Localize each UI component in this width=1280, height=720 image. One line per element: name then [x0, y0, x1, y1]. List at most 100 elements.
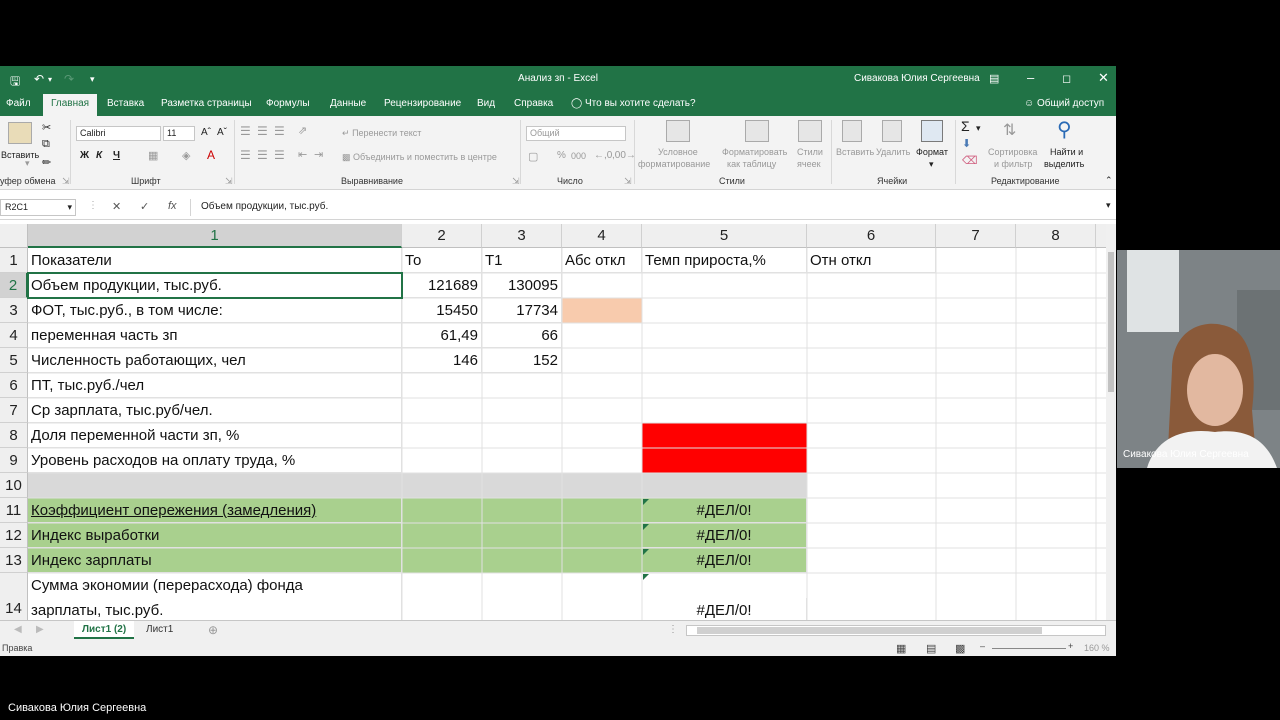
- percent-icon[interactable]: %: [557, 150, 566, 161]
- grow-font-icon[interactable]: Aˆ: [201, 127, 211, 138]
- cell-r1c2[interactable]: То: [402, 248, 482, 273]
- cell-r1c1[interactable]: Показатели: [28, 248, 402, 273]
- conditional-format-label-1[interactable]: Условное: [658, 147, 698, 157]
- account-name[interactable]: Сивакова Юлия Сергеевна: [854, 73, 980, 84]
- clear-icon[interactable]: ⌫: [962, 154, 978, 167]
- row-header[interactable]: 14: [0, 573, 28, 620]
- cell-r6c1[interactable]: ПТ, тыс.руб./чел: [28, 373, 402, 398]
- column-header[interactable]: 5: [642, 224, 807, 248]
- error-indicator-icon[interactable]: [643, 524, 649, 530]
- cell-r2c1[interactable]: Объем продукции, тыс.руб.: [28, 273, 402, 298]
- orientation-icon[interactable]: ⇗: [298, 124, 307, 137]
- cell-styles-label-1[interactable]: Стили: [797, 147, 823, 157]
- row-header[interactable]: 3: [0, 298, 28, 323]
- close-icon[interactable]: ✕: [1098, 70, 1109, 86]
- row-header[interactable]: 11: [0, 498, 28, 523]
- column-header[interactable]: 6: [807, 224, 936, 248]
- tab-split-icon[interactable]: ⋮: [668, 624, 678, 635]
- cell-r4c3[interactable]: 66: [482, 323, 562, 348]
- name-box-dropdown-icon[interactable]: ▾: [67, 202, 72, 213]
- normal-view-icon[interactable]: ▦: [896, 642, 906, 655]
- format-cells-button[interactable]: Формат: [916, 147, 948, 157]
- find-select-label-1[interactable]: Найти и: [1050, 147, 1083, 157]
- cell-r12c1[interactable]: Индекс выработки: [28, 523, 402, 548]
- underline-button[interactable]: Ч: [113, 150, 120, 161]
- cell-r5c3[interactable]: 152: [482, 348, 562, 373]
- tab-home[interactable]: Главная: [43, 94, 98, 116]
- borders-icon[interactable]: ▦: [148, 149, 158, 162]
- insert-function-icon[interactable]: fx: [168, 200, 177, 212]
- number-launcher-icon[interactable]: ⇲: [624, 176, 632, 187]
- row-header[interactable]: 13: [0, 548, 28, 573]
- tab-formulas[interactable]: Формулы: [266, 98, 310, 109]
- font-name-box[interactable]: Calibri: [76, 126, 161, 141]
- row-header[interactable]: 10: [0, 473, 28, 498]
- cell-r3c2[interactable]: 15450: [402, 298, 482, 323]
- tab-data[interactable]: Данные: [330, 98, 366, 109]
- paste-button[interactable]: Вставить: [1, 150, 39, 160]
- font-color-icon[interactable]: A: [207, 148, 215, 162]
- cell-r11c5[interactable]: #ДЕЛ/0!: [642, 498, 807, 523]
- shrink-font-icon[interactable]: Aˇ: [217, 127, 227, 138]
- formula-input[interactable]: Объем продукции, тыс.руб.: [190, 199, 1112, 216]
- cancel-icon[interactable]: ✕: [112, 200, 121, 213]
- horizontal-scroll-thumb[interactable]: [697, 627, 1042, 634]
- autosum-dropdown-icon[interactable]: ▾: [976, 123, 981, 134]
- column-header[interactable]: 8: [1016, 224, 1096, 248]
- cell-r7c1[interactable]: Ср зарплата, тыс.руб/чел.: [28, 398, 402, 423]
- cell-r4c2[interactable]: 61,49: [402, 323, 482, 348]
- page-break-view-icon[interactable]: ▩: [955, 642, 965, 655]
- row-header[interactable]: 9: [0, 448, 28, 473]
- cell-r14c5[interactable]: #ДЕЛ/0!: [642, 598, 807, 620]
- cell-r13c1[interactable]: Индекс зарплаты: [28, 548, 402, 573]
- cell-r4c1[interactable]: переменная часть зп: [28, 323, 402, 348]
- format-painter-icon[interactable]: ✏: [42, 156, 51, 169]
- cell-r1c6[interactable]: Отн откл: [807, 248, 936, 273]
- cell-r9c1[interactable]: Уровень расходов на оплату труда, %: [28, 448, 402, 473]
- enter-icon[interactable]: ✓: [140, 200, 149, 213]
- tab-page-layout[interactable]: Разметка страницы: [161, 98, 252, 109]
- fill-icon[interactable]: ⬇: [962, 137, 971, 150]
- minimize-icon[interactable]: –: [1027, 70, 1034, 85]
- cut-icon[interactable]: ✂: [42, 121, 51, 134]
- font-launcher-icon[interactable]: ⇲: [225, 176, 233, 187]
- column-header[interactable]: 7: [936, 224, 1016, 248]
- copy-icon[interactable]: ⧉: [42, 138, 50, 151]
- row-header[interactable]: 2: [0, 273, 28, 298]
- delete-cells-button[interactable]: Удалить: [876, 147, 910, 157]
- tab-view[interactable]: Вид: [477, 98, 495, 109]
- column-header[interactable]: [1096, 224, 1106, 248]
- clipboard-launcher-icon[interactable]: ⇲: [62, 176, 70, 187]
- error-indicator-icon[interactable]: [643, 499, 649, 505]
- row-header[interactable]: 12: [0, 523, 28, 548]
- align-bottom-icon[interactable]: ☰: [274, 124, 285, 138]
- collapse-ribbon-icon[interactable]: ⌃: [1105, 175, 1113, 186]
- tab-help[interactable]: Справка: [514, 98, 553, 109]
- tab-review[interactable]: Рецензирование: [384, 98, 461, 109]
- format-as-table-label-2[interactable]: как таблицу: [727, 159, 776, 169]
- wrap-text-button[interactable]: ↵ Перенести текст: [342, 128, 421, 139]
- vertical-scroll-thumb[interactable]: [1108, 252, 1114, 392]
- cell-r2c3[interactable]: 130095: [482, 273, 562, 298]
- tab-insert[interactable]: Вставка: [107, 98, 144, 109]
- format-dropdown-icon[interactable]: ▾: [929, 159, 934, 170]
- cell-r1c3[interactable]: Т1: [482, 248, 562, 273]
- prev-sheet-icon[interactable]: ◀: [14, 624, 22, 635]
- zoom-slider[interactable]: [992, 648, 1066, 649]
- cell-r2c2[interactable]: 121689: [402, 273, 482, 298]
- italic-button[interactable]: К: [96, 150, 102, 161]
- cell-r11c1[interactable]: Коэффициент опережения (замедления): [28, 498, 402, 523]
- expand-formula-bar-icon[interactable]: ▾: [1106, 200, 1111, 211]
- row-header[interactable]: 1: [0, 248, 28, 273]
- cell-r1c4[interactable]: Абс откл: [562, 248, 642, 273]
- bold-button[interactable]: Ж: [80, 150, 89, 161]
- row-header[interactable]: 8: [0, 423, 28, 448]
- error-indicator-icon[interactable]: [643, 574, 649, 580]
- font-size-box[interactable]: 11: [163, 126, 195, 141]
- row-header[interactable]: 4: [0, 323, 28, 348]
- tab-file[interactable]: Файл: [6, 98, 31, 109]
- cell-r5c2[interactable]: 146: [402, 348, 482, 373]
- decrease-decimal-icon[interactable]: ,00→: [612, 150, 636, 161]
- cell-r8c1[interactable]: Доля переменной части зп, %: [28, 423, 402, 448]
- maximize-icon[interactable]: ◻: [1062, 72, 1071, 85]
